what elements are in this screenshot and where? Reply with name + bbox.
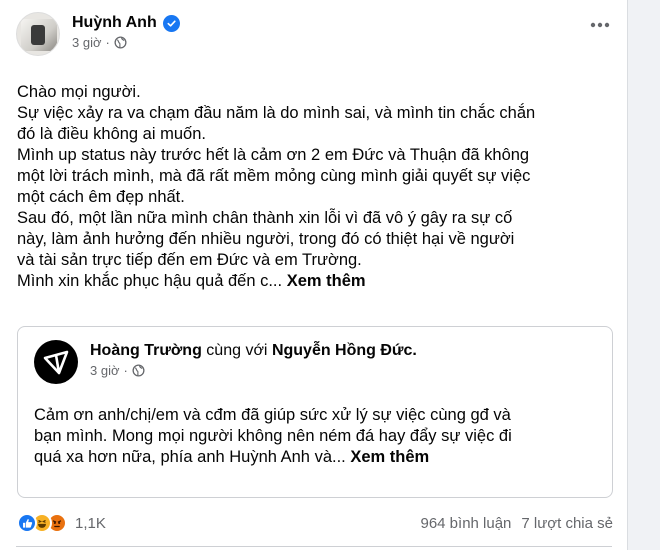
tagged-user-name[interactable]: Nguyễn Hồng Đức. bbox=[272, 342, 417, 359]
comments-count-link[interactable]: 964 bình luận bbox=[420, 515, 511, 532]
logo-icon bbox=[43, 350, 69, 375]
see-more-link[interactable]: Xem thêm bbox=[287, 272, 366, 290]
post-card: Huỳnh Anh 3 giờ · Chào mọi người. Sự việ… bbox=[0, 0, 628, 550]
post-line: Mình up status này trước hết là cảm ơn 2… bbox=[17, 146, 530, 164]
with-text: cùng với bbox=[206, 342, 268, 359]
shared-line: bạn mình. Mong mọi người không nên ném đ… bbox=[34, 427, 512, 445]
post-line: một cách êm đẹp nhất. bbox=[17, 188, 185, 206]
post-line-truncated: Mình xin khắc phục hậu quả đến c... bbox=[17, 272, 283, 290]
shared-author-avatar[interactable] bbox=[34, 340, 78, 384]
more-icon bbox=[590, 22, 610, 28]
post-line: Chào mọi người. bbox=[17, 83, 141, 101]
shared-line: Cảm ơn anh/chị/em và cđm đã giúp sức xử … bbox=[34, 406, 511, 424]
shared-timestamp[interactable]: 3 giờ bbox=[90, 363, 120, 378]
shares-count-link[interactable]: 7 lượt chia sẻ bbox=[521, 515, 613, 532]
shared-line-truncated: quá xa hơn nữa, phía anh Huỳnh Anh và... bbox=[34, 448, 346, 466]
author-name[interactable]: Huỳnh Anh bbox=[72, 14, 157, 32]
verified-badge-icon bbox=[162, 14, 180, 32]
globe-icon[interactable] bbox=[132, 364, 145, 377]
post-line: một lời trách mình, mà đã rất mềm mỏng c… bbox=[17, 167, 531, 185]
post-timestamp[interactable]: 3 giờ bbox=[72, 35, 102, 50]
post-text: Chào mọi người. Sự việc xảy ra va chạm đ… bbox=[17, 82, 607, 292]
post-line: Sau đó, một lần nữa mình chân thành xin … bbox=[17, 209, 513, 227]
like-reaction-icon bbox=[17, 513, 37, 533]
shared-post-header: Hoàng Trường cùng với Nguyễn Hồng Đức. 3… bbox=[34, 340, 417, 384]
shared-post[interactable]: Hoàng Trường cùng với Nguyễn Hồng Đức. 3… bbox=[17, 326, 613, 498]
post-line: và tài sản trực tiếp đến em Đức và em Tr… bbox=[17, 251, 362, 269]
reaction-count[interactable]: 1,1K bbox=[75, 515, 106, 532]
shared-post-text: Cảm ơn anh/chị/em và cđm đã giúp sức xử … bbox=[34, 405, 600, 468]
reactions-summary[interactable]: 1,1K bbox=[17, 513, 106, 533]
post-footer: 1,1K 964 bình luận 7 lượt chia sẻ bbox=[17, 508, 613, 538]
author-avatar[interactable] bbox=[16, 12, 60, 56]
post-header: Huỳnh Anh 3 giờ · bbox=[16, 12, 612, 60]
globe-icon[interactable] bbox=[114, 36, 127, 49]
page-background bbox=[628, 0, 660, 550]
divider bbox=[16, 546, 612, 547]
see-more-link[interactable]: Xem thêm bbox=[350, 448, 429, 466]
post-line: đó là điều không ai muốn. bbox=[17, 125, 206, 143]
post-line: này, làm ảnh hưởng đến nhiều người, tron… bbox=[17, 230, 515, 248]
shared-author-name[interactable]: Hoàng Trường bbox=[90, 342, 202, 359]
more-options-button[interactable] bbox=[585, 10, 615, 40]
post-line: Sự việc xảy ra va chạm đầu năm là do mìn… bbox=[17, 104, 536, 122]
